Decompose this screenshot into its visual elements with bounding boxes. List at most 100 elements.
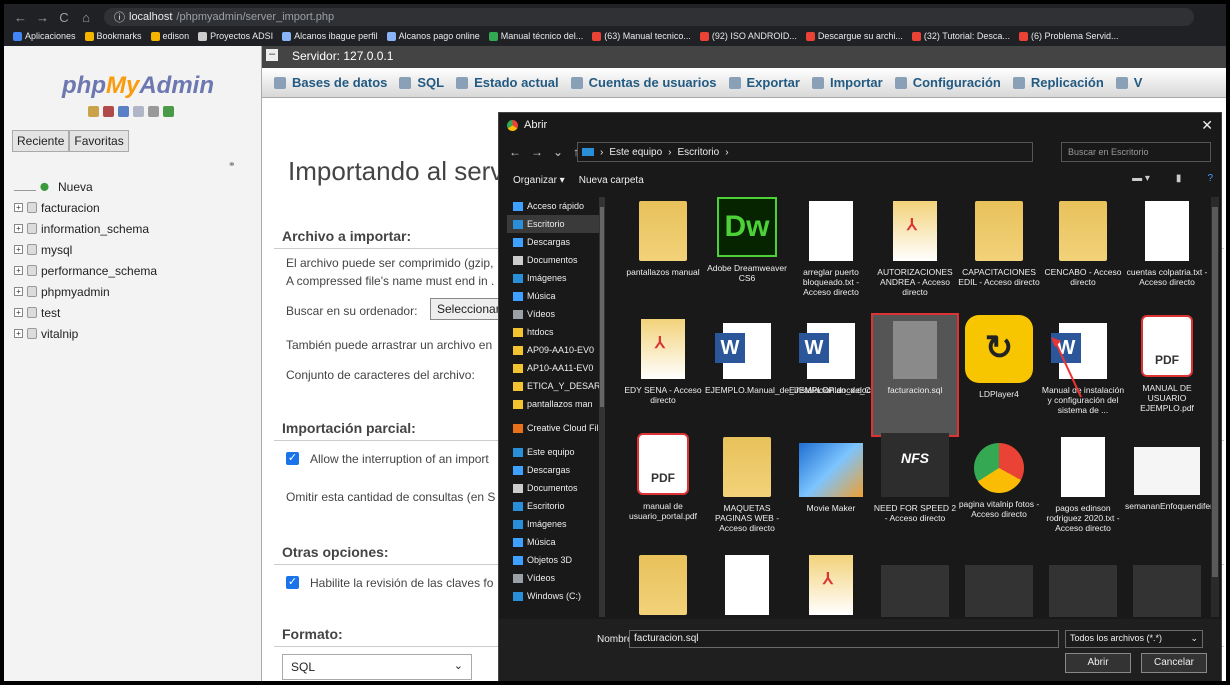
file-item[interactable]: pagina vitalnip fotos - Acceso directo [957,433,1041,553]
reload-nav-icon[interactable] [163,106,174,117]
sidebar-item[interactable]: Vídeos [507,305,605,323]
tab-8[interactable]: V [1115,75,1142,90]
file-item[interactable]: semananEnfoquendiferencial__325fc8eb8daa… [1125,433,1213,553]
foreign-key-checkbox[interactable]: ✓ [286,576,299,589]
sidebar-item[interactable]: Este equipo [507,443,605,461]
expand-icon[interactable]: + [14,245,23,254]
expand-icon[interactable]: + [14,308,23,317]
sidebar-scrollbar[interactable] [599,197,605,617]
sidebar-item[interactable]: Documentos [507,479,605,497]
tab-0[interactable]: Bases de datos [274,75,387,90]
tab-3[interactable]: Cuentas de usuarios [570,75,717,90]
info-icon[interactable]: ⓘ [114,9,125,25]
sidebar-item[interactable]: AP10-AA11-EV0 [507,359,605,377]
tree-item-database[interactable]: + test [14,302,157,323]
file-item[interactable]: arreglar puerto bloqueado.txt - Acceso d… [789,197,873,317]
bookmark-item[interactable]: Alcanos ibague perfil [282,31,378,41]
phpmyadmin-logo[interactable]: phpMyAdmin [62,72,214,100]
file-item[interactable]: cuentas colpatria.txt - Acceso directo [1125,197,1209,317]
tree-item-database[interactable]: + mysql [14,239,157,260]
bookmark-item[interactable]: (63) Manual tecnico... [592,31,691,41]
tab-6[interactable]: Configuración [894,75,1001,90]
reload-icon[interactable]: C [58,10,70,25]
new-folder-button[interactable]: Nueva carpeta [579,175,644,186]
collapse-icon[interactable]: – [266,49,278,61]
file-type-select[interactable]: Todos los archivos (*.*) ⌄ [1065,630,1203,648]
cancel-button[interactable]: Cancelar [1141,653,1207,673]
expand-icon[interactable]: + [14,203,23,212]
view-menu-icon[interactable]: ▬ ▾ [1132,173,1150,184]
file-item[interactable]: PDF manual de usuario_portal.pdf [621,433,705,553]
tab-5[interactable]: Importar [811,75,883,90]
preview-pane-icon[interactable]: ▮ [1176,173,1182,184]
sidebar-item[interactable]: Imágenes [507,515,605,533]
sidebar-item[interactable]: Documentos [507,251,605,269]
bookmark-item[interactable]: Descargue su archi... [805,31,903,41]
file-item-partial[interactable] [957,551,1041,617]
tree-item-database[interactable]: + performance_schema [14,260,157,281]
tab-1[interactable]: SQL [399,75,444,90]
file-item[interactable]: Movie Maker [789,433,873,553]
file-item[interactable]: pagos edinson rodriguez 2020.txt - Acces… [1041,433,1125,553]
forward-icon[interactable]: → [36,10,49,25]
file-item[interactable]: ↻ LDPlayer4 [957,315,1041,435]
sidebar-item[interactable]: Vídeos [507,569,605,587]
allow-interrupt-checkbox[interactable]: ✓ [286,452,299,465]
sidebar-item[interactable]: htdocs [507,323,605,341]
path-segment[interactable]: Escritorio [678,147,720,158]
sidebar-item[interactable]: Creative Cloud Fil [507,419,605,437]
grid-scrollbar[interactable] [1211,197,1219,617]
tab-4[interactable]: Exportar [728,75,800,90]
file-item[interactable]: MAQUETAS PAGINAS WEB - Acceso directo [705,433,789,553]
file-item-partial[interactable]: ⅄ [789,551,873,617]
browse-button[interactable]: Seleccionar [430,298,507,320]
file-item[interactable]: NFS NEED FOR SPEED 2 - Acceso directo [873,433,957,553]
sidebar-item[interactable]: ETICA_Y_DESARI [507,377,605,395]
tree-item-database[interactable]: + vitalnip [14,323,157,344]
bookmark-item[interactable]: (32) Tutorial: Desca... [911,31,1010,41]
tree-item-database[interactable]: + phpmyadmin [14,281,157,302]
home-icon[interactable] [88,106,99,117]
tab-recent[interactable]: Reciente [12,130,70,152]
help-icon[interactable]: ? [1207,173,1213,184]
bookmark-item[interactable]: edison [150,31,189,41]
back-icon[interactable]: ← [509,145,521,159]
bookmark-item[interactable]: (6) Problema Servid... [1018,31,1118,41]
format-select[interactable]: SQL ⌄ [282,654,472,680]
expand-icon[interactable]: + [14,266,23,275]
expand-icon[interactable]: + [14,329,23,338]
file-item-partial[interactable] [873,551,957,617]
help-icon[interactable] [118,106,129,117]
sidebar-item[interactable]: AP09-AA10-EV0 [507,341,605,359]
bookmark-item[interactable]: Manual técnico del... [488,31,583,41]
sidebar-item[interactable]: Acceso rápido [507,197,605,215]
bookmark-item[interactable]: (92) ISO ANDROID... [699,31,797,41]
tab-favorites[interactable]: Favoritas [69,130,129,152]
path-bar[interactable]: › Este equipo › Escritorio › [577,142,1033,162]
file-item-partial[interactable] [705,551,789,617]
expand-icon[interactable]: + [14,287,23,296]
url-bar[interactable]: ⓘ localhost/phpmyadmin/server_import.php [104,8,1194,26]
docs-icon[interactable] [133,106,144,117]
close-icon[interactable]: ✕ [1201,117,1213,134]
tree-item-new[interactable]: ⬤ Nueva [14,176,157,197]
server-breadcrumb[interactable]: Servidor: 127.0.0.1 [292,49,393,63]
file-item[interactable]: CAPACITACIONES EDIL - Acceso directo [957,197,1041,317]
organize-menu[interactable]: Organizar ▾ [513,175,565,186]
tree-item-database[interactable]: + facturacion [14,197,157,218]
sidebar-item[interactable]: Escritorio [507,215,605,233]
sidebar-item[interactable]: Descargas [507,233,605,251]
file-item-partial[interactable] [621,551,705,617]
sidebar-item[interactable]: pantallazos man [507,395,605,413]
chevron-down-icon[interactable]: ⌄ [553,145,563,159]
link-icon[interactable]: ⚭ [228,159,236,170]
forward-icon[interactable]: → [531,145,543,159]
logout-icon[interactable] [103,106,114,117]
search-input[interactable]: Buscar en Escritorio [1061,142,1211,162]
file-item-partial[interactable] [1041,551,1125,617]
sidebar-item[interactable]: Objetos 3D [507,551,605,569]
bookmark-item[interactable]: Proyectos ADSI [198,31,273,41]
file-item[interactable]: facturacion.sql [871,313,959,437]
bookmark-item[interactable]: Alcanos pago online [386,31,480,41]
sidebar-item[interactable]: Música [507,287,605,305]
